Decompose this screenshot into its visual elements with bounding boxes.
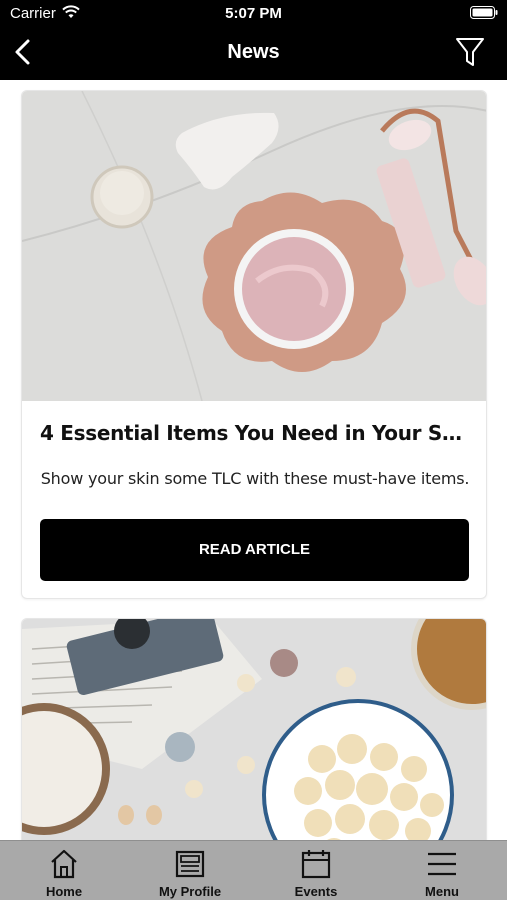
article-card: 4 Essential Items You Need in Your Skin … (21, 90, 487, 599)
article-description: Show your skin some TLC with these must-… (40, 469, 470, 488)
status-bar: Carrier 5:07 PM (0, 0, 507, 28)
tab-label: Home (45, 884, 83, 899)
article-image (22, 619, 486, 840)
tab-events[interactable]: Events (253, 841, 379, 900)
article-card (21, 618, 487, 840)
page-title: News (227, 41, 280, 63)
top-bar: Carrier 5:07 PM News (0, 0, 507, 80)
profile-card-icon (175, 850, 205, 878)
tab-bar: Home My Profile Events Menu (0, 840, 507, 900)
calendar-icon (301, 850, 331, 879)
home-icon (51, 849, 77, 879)
article-image (22, 91, 486, 401)
tab-menu[interactable]: Menu (379, 841, 505, 900)
clock: 5:07 PM (225, 5, 282, 22)
news-feed[interactable]: 4 Essential Items You Need in Your Skin … (0, 80, 507, 840)
filter-icon[interactable] (455, 36, 485, 68)
hamburger-menu-icon (428, 852, 456, 876)
tab-home[interactable]: Home (1, 841, 127, 900)
navigation-bar: News (0, 28, 507, 80)
article-title: 4 Essential Items You Need in Your Skin … (40, 421, 472, 445)
tab-label: Events (294, 884, 338, 899)
tab-label: Menu (425, 884, 459, 899)
tab-label: My Profile (158, 884, 222, 899)
battery-icon (470, 6, 498, 19)
read-article-button[interactable]: READ ARTICLE (40, 519, 469, 581)
tab-my-profile[interactable]: My Profile (127, 841, 253, 900)
